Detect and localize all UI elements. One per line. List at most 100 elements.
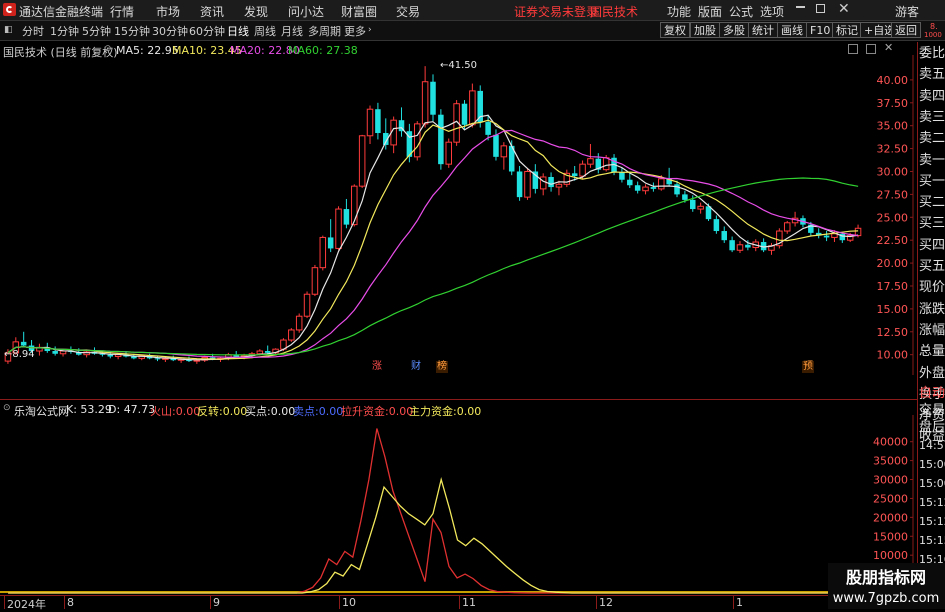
candle-body [485, 122, 491, 135]
menu-item-options[interactable]: 选项 [760, 3, 784, 20]
fund-tick-label: 30000 [873, 474, 908, 487]
multi-stock-button[interactable]: 多股 [719, 22, 749, 38]
period-tab-15min[interactable]: 15分钟 [114, 23, 150, 39]
tick-time: 15:12 [919, 515, 945, 528]
event-financial[interactable]: 财 [410, 361, 422, 373]
date-tick-label: 10 [342, 596, 356, 609]
period-tab-monthly[interactable]: 月线 [281, 23, 303, 39]
candle-body [736, 244, 744, 251]
app-logo-icon [3, 3, 16, 16]
quote-panel-tab[interactable]: 交易 [919, 403, 945, 418]
mark-button[interactable]: 标记 [832, 22, 862, 38]
quote-label: 涨幅 [919, 323, 945, 338]
maximize-icon[interactable] [816, 4, 825, 13]
more-chevron-icon[interactable]: › [368, 25, 372, 35]
candle-body [343, 209, 350, 225]
period-tab-more[interactable]: 更多 [344, 23, 366, 39]
menu-item-xiaoda[interactable]: 问小达 [288, 3, 324, 20]
period-tab-daily[interactable]: 日线 [227, 23, 249, 39]
add-stock-button[interactable]: 加股 [690, 22, 720, 38]
minimize-icon[interactable] [796, 6, 805, 8]
event-ranking[interactable]: 榜 [436, 361, 448, 373]
quote-panel-tab[interactable]: 自动 [919, 386, 945, 401]
chart-expand-icon[interactable] [866, 44, 876, 54]
pane-divider[interactable] [0, 399, 917, 400]
candle-body [729, 240, 735, 251]
quote-label: 涨跌 [919, 302, 945, 317]
candle-body [256, 350, 264, 355]
tick-time: 15:00 [919, 458, 945, 471]
draw-line-button[interactable]: 画线 [777, 22, 807, 38]
menu-item-function[interactable]: 功能 [667, 3, 691, 20]
period-tab-30min[interactable]: 30分钟 [152, 23, 188, 39]
quote-label: 买四 [919, 238, 945, 253]
period-tab-multi[interactable]: 多周期 [308, 23, 341, 39]
price-tick-label: 17.50 [877, 280, 909, 293]
tick-time: 15:12 [919, 496, 945, 509]
candle-body [131, 356, 137, 359]
date-tick [210, 596, 211, 609]
menu-item-market[interactable]: 市场 [156, 3, 180, 20]
price-tick-label: 32.50 [877, 143, 909, 156]
low-price-label: ←8.94 [4, 349, 35, 360]
period-tab-5min[interactable]: 5分钟 [82, 23, 111, 39]
menu-item-discover[interactable]: 发现 [244, 3, 268, 20]
candlestick-chart[interactable]: 40.00 37.50 35.00 32.50 30.00 27.50 25.00 22.50… [0, 55, 917, 375]
event-forecast[interactable]: 预 [802, 361, 814, 373]
menu-item-formula[interactable]: 公式 [729, 3, 753, 20]
back-button[interactable]: 返回 [891, 22, 921, 38]
candle-body [634, 185, 641, 191]
quote-panel-tab[interactable]: 盘后 [919, 420, 945, 435]
candle-body [311, 267, 319, 295]
period-tab-60min[interactable]: 60分钟 [189, 23, 225, 39]
chart-window-icon[interactable] [848, 44, 858, 54]
statistics-button[interactable]: 统计 [748, 22, 778, 38]
quote-label: 卖四 [919, 89, 945, 104]
candle-body [619, 172, 625, 180]
close-icon[interactable]: ✕ [838, 1, 850, 17]
date-tick [339, 596, 340, 609]
quote-label: 买三 [919, 216, 945, 231]
candle-body [461, 103, 468, 125]
fund-series-line [8, 428, 858, 594]
trade-login-warning[interactable]: 证券交易未登录 [514, 3, 598, 20]
date-tick-label: 1 [736, 596, 743, 609]
menu-item-layout[interactable]: 版面 [698, 3, 722, 20]
date-tick-label: 11 [462, 596, 476, 609]
fund-tick-label: 20000 [873, 511, 908, 524]
price-tick-label: 27.50 [877, 188, 909, 201]
candle-body [351, 185, 358, 226]
toolbar-collapse-icon[interactable]: ◧ [4, 25, 13, 35]
candle-body [303, 293, 311, 317]
chart-options-icon[interactable]: ⊙ [104, 44, 112, 54]
candle-body [358, 135, 366, 187]
period-tab-timeshare[interactable]: 分时 [22, 23, 44, 39]
candle-body [579, 163, 586, 177]
candle-body [469, 90, 476, 126]
candle-body [854, 227, 862, 237]
ma-line-ma5 [7, 114, 859, 361]
chart-close-icon[interactable]: ✕ [884, 41, 893, 54]
subchart-options-icon[interactable]: ⊙ [3, 403, 11, 413]
period-tab-weekly[interactable]: 周线 [254, 23, 276, 39]
quote-label: 买五 [919, 259, 945, 274]
menu-item-wealth[interactable]: 财富圈 [341, 3, 377, 20]
menu-item-quotes[interactable]: 行情 [110, 3, 134, 20]
fund-flow-chart[interactable]: 40000 35000 30000 25000 20000 15000 10000 [0, 415, 917, 595]
f10-button[interactable]: F10 [806, 22, 835, 38]
price-tick-label: 30.00 [877, 165, 909, 178]
candle-body [375, 109, 381, 134]
guest-label[interactable]: 游客 [895, 3, 919, 20]
app-title: 通达信金融终端 [19, 5, 104, 19]
menu-item-news[interactable]: 资讯 [200, 3, 224, 20]
candle-body [539, 176, 547, 190]
menu-item-trade[interactable]: 交易 [396, 3, 420, 20]
candle-body [335, 208, 342, 249]
date-tick [4, 596, 5, 609]
event-limit-up[interactable]: 涨 [371, 361, 383, 373]
restore-rights-button[interactable]: 复权 [660, 22, 690, 38]
quote-label: 外盘 [919, 366, 945, 381]
fund-tick-label: 40000 [873, 436, 908, 449]
candle-body [658, 178, 665, 190]
period-tab-1min[interactable]: 1分钟 [50, 23, 79, 39]
